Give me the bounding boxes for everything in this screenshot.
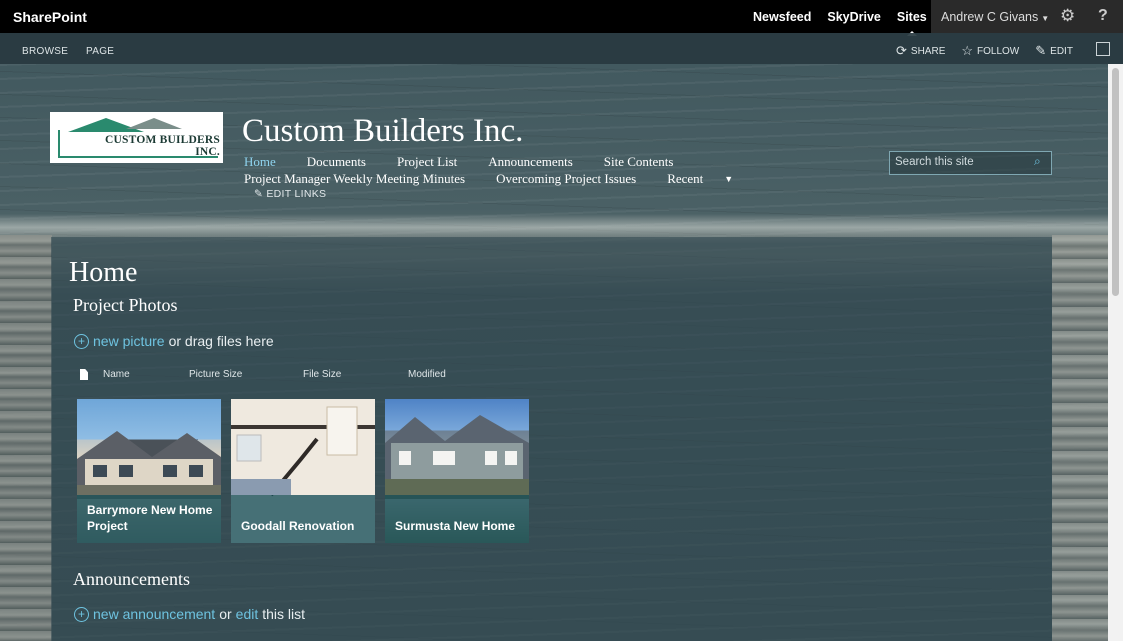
search-icon[interactable]: ⌕ bbox=[1034, 154, 1041, 169]
user-name-button[interactable]: Andrew C Givans ▼ bbox=[941, 10, 1049, 24]
suite-link-sites[interactable]: Sites bbox=[897, 10, 927, 24]
nav-item-project-list[interactable]: Project List bbox=[397, 154, 457, 170]
or-text: or bbox=[219, 606, 232, 622]
announcements-title[interactable]: Announcements bbox=[73, 569, 190, 590]
top-nav-row-1: Home Documents Project List Announcement… bbox=[244, 153, 784, 170]
site-search: ⌕ bbox=[889, 151, 1052, 175]
sharepoint-brand[interactable]: SharePoint bbox=[13, 9, 87, 25]
column-header-name[interactable]: Name bbox=[103, 369, 130, 380]
user-menu[interactable]: Andrew C Givans ▼ ⚙ ? bbox=[931, 0, 1123, 33]
background-wood-right bbox=[1052, 235, 1108, 641]
new-announcement-link[interactable]: new announcement bbox=[93, 606, 215, 622]
suite-link-skydrive[interactable]: SkyDrive bbox=[827, 10, 881, 24]
tile-caption: Surmusta New Home bbox=[385, 495, 529, 543]
edit-links-label: EDIT LINKS bbox=[266, 188, 327, 200]
new-picture-link[interactable]: new picture bbox=[93, 333, 165, 349]
vertical-scrollbar[interactable] bbox=[1108, 64, 1123, 641]
site-title[interactable]: Custom Builders Inc. bbox=[242, 113, 523, 150]
this-list-text: this list bbox=[262, 606, 306, 622]
user-name: Andrew C Givans bbox=[941, 10, 1039, 24]
help-icon[interactable]: ? bbox=[1098, 7, 1108, 25]
share-icon: ⟳ bbox=[896, 43, 907, 58]
background-wood-left bbox=[0, 235, 52, 641]
pencil-icon: ✎ bbox=[254, 188, 264, 200]
top-nav-row-2: Project Manager Weekly Meeting Minutes O… bbox=[244, 170, 784, 187]
share-label: SHARE bbox=[910, 45, 946, 57]
column-header-modified[interactable]: Modified bbox=[408, 369, 446, 380]
follow-button[interactable]: ☆ FOLLOW bbox=[961, 43, 1019, 59]
pencil-icon: ✎ bbox=[1035, 43, 1047, 58]
nav-item-home[interactable]: Home bbox=[244, 154, 276, 170]
nav-item-documents[interactable]: Documents bbox=[307, 154, 366, 170]
gear-icon[interactable]: ⚙ bbox=[1060, 6, 1075, 26]
add-icon[interactable]: + bbox=[74, 333, 89, 349]
star-icon: ☆ bbox=[961, 43, 974, 58]
follow-label: FOLLOW bbox=[977, 45, 1020, 57]
edit-list-link[interactable]: edit bbox=[236, 606, 259, 622]
focus-content-icon[interactable] bbox=[1096, 42, 1110, 56]
photo-tile[interactable]: Barrymore New Home Project bbox=[77, 399, 221, 543]
tab-page[interactable]: PAGE bbox=[86, 46, 114, 57]
add-icon[interactable]: + bbox=[74, 606, 89, 622]
chevron-down-icon: ▼ bbox=[1041, 14, 1050, 23]
nav-item-project-issues[interactable]: Overcoming Project Issues bbox=[496, 171, 636, 187]
logo-text-line1: CUSTOM BUILDERS bbox=[105, 134, 220, 146]
edit-label: EDIT bbox=[1050, 45, 1073, 57]
tile-caption: Barrymore New Home Project bbox=[77, 495, 221, 543]
ribbon-actions: ⟳ SHARE ☆ FOLLOW ✎ EDIT bbox=[896, 43, 1073, 59]
tile-caption-text: Barrymore New Home Project bbox=[87, 503, 213, 533]
edit-links-button[interactable]: ✎ EDIT LINKS bbox=[254, 188, 326, 200]
tab-browse[interactable]: BROWSE bbox=[22, 46, 68, 57]
scrollbar-thumb[interactable] bbox=[1112, 68, 1119, 296]
suite-bar: SharePoint Newsfeed SkyDrive Sites Andre… bbox=[0, 0, 1123, 33]
new-picture-line: + new picture or drag files here bbox=[74, 333, 274, 349]
top-navigation: Home Documents Project List Announcement… bbox=[244, 153, 784, 187]
logo-text-line2: INC. bbox=[195, 146, 220, 158]
tile-caption-text: Goodall Renovation bbox=[241, 519, 355, 533]
tile-caption-text: Surmusta New Home bbox=[395, 519, 516, 533]
edit-button[interactable]: ✎ EDIT bbox=[1035, 43, 1073, 59]
nav-item-weekly-minutes[interactable]: Project Manager Weekly Meeting Minutes bbox=[244, 171, 465, 187]
project-photos-title[interactable]: Project Photos bbox=[73, 295, 178, 316]
photo-tile[interactable]: Surmusta New Home bbox=[385, 399, 529, 543]
column-header-file-size[interactable]: File Size bbox=[303, 369, 341, 380]
suite-link-newsfeed[interactable]: Newsfeed bbox=[753, 10, 811, 24]
column-header-picture-size[interactable]: Picture Size bbox=[189, 369, 242, 380]
tile-caption: Goodall Renovation bbox=[231, 495, 375, 543]
share-button[interactable]: ⟳ SHARE bbox=[896, 43, 945, 59]
nav-item-recent[interactable]: Recent bbox=[667, 171, 703, 187]
photo-tile[interactable]: Goodall Renovation bbox=[231, 399, 375, 543]
new-announcement-line: + new announcement or edit this list bbox=[74, 606, 305, 622]
suite-links: Newsfeed SkyDrive Sites bbox=[753, 10, 927, 24]
drag-files-text: or drag files here bbox=[168, 333, 274, 349]
page-title: Home bbox=[69, 257, 138, 288]
ribbon: BROWSE PAGE ⟳ SHARE ☆ FOLLOW ✎ EDIT bbox=[0, 33, 1123, 64]
nav-item-announcements[interactable]: Announcements bbox=[488, 154, 572, 170]
logo-roof-secondary-icon bbox=[126, 118, 182, 129]
nav-item-site-contents[interactable]: Site Contents bbox=[604, 154, 674, 170]
logo-text: CUSTOM BUILDERS INC. bbox=[80, 134, 220, 158]
site-logo[interactable]: CUSTOM BUILDERS INC. bbox=[50, 112, 223, 163]
search-input[interactable] bbox=[890, 152, 1033, 172]
chevron-down-icon[interactable]: ▼ bbox=[724, 174, 733, 184]
